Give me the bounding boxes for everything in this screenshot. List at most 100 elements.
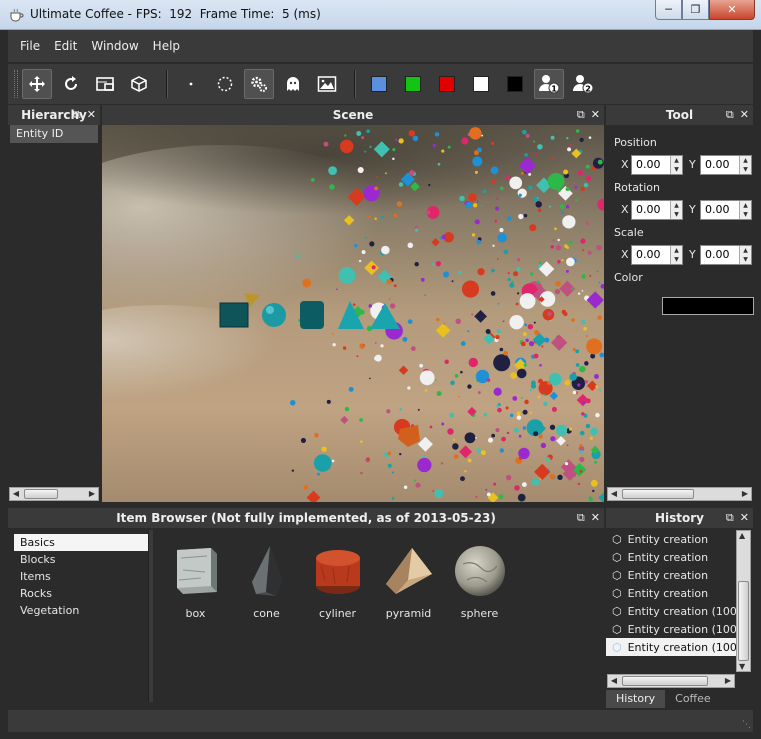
- close-icon[interactable]: ✕: [591, 108, 600, 121]
- category-items[interactable]: Items: [14, 568, 148, 585]
- rotation-x-value[interactable]: 0.00: [636, 203, 661, 216]
- close-icon[interactable]: ✕: [740, 108, 749, 121]
- scale-x-field[interactable]: 0.00 ▲ ▼: [631, 245, 683, 265]
- hierarchy-horizontal-scrollbar[interactable]: ◀ ▶: [9, 487, 99, 501]
- scroll-up-icon[interactable]: ▲: [739, 531, 745, 540]
- scene-particle: [543, 401, 548, 407]
- scrollbar-thumb[interactable]: [24, 489, 58, 499]
- item-cone[interactable]: cone: [231, 544, 302, 620]
- rotate-tool-button[interactable]: [56, 69, 86, 99]
- color-blue-button[interactable]: [364, 69, 394, 99]
- item-box[interactable]: box: [160, 544, 231, 620]
- history-entry[interactable]: ⬡ Entity creation (1000: [606, 602, 736, 620]
- circle-select-button[interactable]: [210, 69, 240, 99]
- float-icon[interactable]: ⧉: [726, 108, 734, 121]
- history-entry-label: Entity creation: [627, 550, 709, 564]
- close-button[interactable]: ✕: [709, 0, 755, 20]
- rotation-x-field[interactable]: 0.00 ▲ ▼: [631, 200, 683, 220]
- settings-button[interactable]: [244, 69, 274, 99]
- ghost-button[interactable]: [278, 69, 308, 99]
- scroll-left-icon[interactable]: ◀: [10, 488, 22, 500]
- scene-cylinder[interactable]: [300, 301, 324, 329]
- close-icon[interactable]: ✕: [591, 511, 600, 524]
- float-icon[interactable]: ⧉: [73, 108, 81, 121]
- splitter-handle[interactable]: [148, 530, 153, 702]
- scene-particle: [522, 426, 527, 430]
- item-sphere[interactable]: sphere: [444, 544, 515, 620]
- scrollbar-thumb[interactable]: [622, 489, 694, 499]
- color-picker-field[interactable]: [662, 297, 754, 315]
- tool-horizontal-scrollbar[interactable]: ◀ ▶: [607, 487, 752, 501]
- move-tool-button[interactable]: [22, 69, 52, 99]
- scrollbar-thumb[interactable]: [622, 676, 708, 686]
- scroll-down-icon[interactable]: ▼: [739, 662, 745, 671]
- menu-window[interactable]: Window: [91, 39, 138, 53]
- category-rocks[interactable]: Rocks: [14, 585, 148, 602]
- scroll-right-icon[interactable]: ▶: [722, 675, 734, 687]
- object-tool-button[interactable]: [124, 69, 154, 99]
- scroll-left-icon[interactable]: ◀: [608, 488, 620, 500]
- history-entry[interactable]: ⬡ Entity creation: [606, 566, 736, 584]
- scroll-left-icon[interactable]: ◀: [608, 675, 620, 687]
- position-x-value[interactable]: 0.00: [636, 158, 661, 171]
- history-horizontal-scrollbar[interactable]: ◀ ▶: [607, 674, 735, 688]
- image-button[interactable]: [312, 69, 342, 99]
- scene-particle: [415, 482, 421, 488]
- history-vertical-scrollbar[interactable]: ▲ ▼: [736, 530, 751, 672]
- menu-help[interactable]: Help: [153, 39, 180, 53]
- color-black-button[interactable]: [500, 69, 530, 99]
- scene-sphere[interactable]: [262, 303, 286, 327]
- spinner-arrows-icon[interactable]: ▲ ▼: [739, 156, 751, 174]
- close-icon[interactable]: ✕: [87, 108, 96, 121]
- spinner-arrows-icon[interactable]: ▲ ▼: [739, 201, 751, 219]
- player-2-button[interactable]: 2: [568, 69, 598, 99]
- float-icon[interactable]: ⧉: [577, 511, 585, 524]
- player-1-button[interactable]: 1: [534, 69, 564, 99]
- scale-tool-button[interactable]: [90, 69, 120, 99]
- rotation-y-value[interactable]: 0.00: [705, 203, 730, 216]
- float-icon[interactable]: ⧉: [577, 108, 585, 121]
- spinner-arrows-icon[interactable]: ▲ ▼: [739, 246, 751, 264]
- resize-grip-icon[interactable]: ⋱: [742, 720, 751, 730]
- menu-edit[interactable]: Edit: [54, 39, 77, 53]
- spinner-arrows-icon[interactable]: ▲ ▼: [670, 246, 682, 264]
- scene-box[interactable]: [219, 302, 249, 328]
- position-y-value[interactable]: 0.00: [705, 158, 730, 171]
- category-basics[interactable]: Basics: [14, 534, 148, 551]
- history-entry[interactable]: ⬡ Entity creation: [606, 548, 736, 566]
- scale-x-value[interactable]: 0.00: [636, 248, 661, 261]
- scrollbar-thumb[interactable]: [738, 581, 749, 661]
- rotation-y-field[interactable]: 0.00 ▲ ▼: [700, 200, 752, 220]
- spinner-arrows-icon[interactable]: ▲ ▼: [670, 201, 682, 219]
- color-green-button[interactable]: [398, 69, 428, 99]
- position-y-field[interactable]: 0.00 ▲ ▼: [700, 155, 752, 175]
- scene-viewport[interactable]: [102, 125, 604, 502]
- history-entry[interactable]: ⬡ Entity creation: [606, 584, 736, 602]
- category-vegetation[interactable]: Vegetation: [14, 602, 148, 619]
- float-icon[interactable]: ⧉: [726, 511, 734, 524]
- tab-coffee[interactable]: Coffee: [665, 690, 721, 708]
- item-cylinder[interactable]: cyliner: [302, 544, 373, 620]
- scroll-right-icon[interactable]: ▶: [86, 488, 98, 500]
- scale-y-value[interactable]: 0.00: [705, 248, 730, 261]
- scale-y-field[interactable]: 0.00 ▲ ▼: [700, 245, 752, 265]
- close-icon[interactable]: ✕: [740, 511, 749, 524]
- history-entry[interactable]: ⬡ Entity creation: [606, 530, 736, 548]
- point-tool-button[interactable]: [176, 69, 206, 99]
- toolbar-grip[interactable]: [14, 70, 18, 98]
- color-white-button[interactable]: [466, 69, 496, 99]
- history-entry-selected[interactable]: ⬡ Entity creation (1000: [606, 638, 736, 656]
- menu-file[interactable]: File: [20, 39, 40, 53]
- category-blocks[interactable]: Blocks: [14, 551, 148, 568]
- tab-history[interactable]: History: [606, 690, 666, 708]
- hierarchy-column-entity-id[interactable]: Entity ID: [10, 125, 98, 143]
- history-entry[interactable]: ⬡ Entity creation (1000: [606, 620, 736, 638]
- maximize-button[interactable]: ❐: [682, 0, 709, 20]
- spinner-arrows-icon[interactable]: ▲ ▼: [670, 156, 682, 174]
- color-red-button[interactable]: [432, 69, 462, 99]
- scroll-right-icon[interactable]: ▶: [739, 488, 751, 500]
- minimize-button[interactable]: ─: [655, 0, 682, 20]
- history-list: ⬡ Entity creation ⬡ Entity creation ⬡ Entit…: [606, 530, 736, 656]
- item-pyramid[interactable]: pyramid: [373, 544, 444, 620]
- position-x-field[interactable]: 0.00 ▲ ▼: [631, 155, 683, 175]
